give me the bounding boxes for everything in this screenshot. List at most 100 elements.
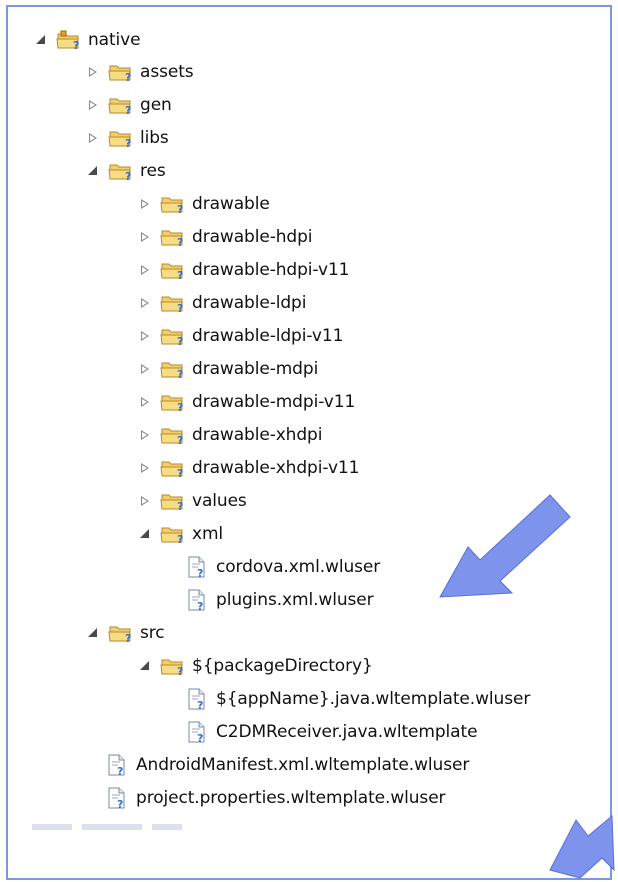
svg-text:?: ? bbox=[177, 203, 183, 216]
collapsed-triangle-icon[interactable] bbox=[136, 261, 154, 279]
tree-item-label: project.properties.wltemplate.wluser bbox=[136, 788, 446, 808]
collapsed-triangle-icon[interactable] bbox=[136, 393, 154, 411]
folder-question-icon: ? bbox=[160, 192, 186, 216]
svg-text:?: ? bbox=[177, 302, 183, 315]
tree-item-appname-java[interactable]: ? ${appName}.java.wltemplate.wluser bbox=[184, 683, 530, 715]
folder-question-icon: ? bbox=[160, 654, 186, 678]
tree-item-drawable-hdpi[interactable]: ? drawable-hdpi bbox=[136, 221, 313, 253]
tree-item-label: C2DMReceiver.java.wltemplate bbox=[216, 722, 478, 742]
expanded-triangle-icon[interactable] bbox=[84, 162, 102, 180]
tree-item-label: src bbox=[140, 623, 165, 643]
collapsed-triangle-icon[interactable] bbox=[84, 63, 102, 81]
svg-text:?: ? bbox=[73, 39, 79, 52]
tree-item-label: assets bbox=[140, 62, 194, 82]
file-question-icon: ? bbox=[184, 588, 210, 612]
svg-text:?: ? bbox=[125, 104, 131, 117]
collapsed-triangle-icon[interactable] bbox=[136, 459, 154, 477]
collapsed-triangle-icon[interactable] bbox=[136, 195, 154, 213]
tree-item-drawable-ldpi-v11[interactable]: ? drawable-ldpi-v11 bbox=[136, 320, 343, 352]
tree-item-label: native bbox=[88, 30, 141, 50]
svg-text:?: ? bbox=[197, 699, 203, 711]
folder-question-icon: ? bbox=[160, 489, 186, 513]
tree-item-xml[interactable]: ? xml bbox=[136, 518, 223, 550]
folder-question-icon: ? bbox=[160, 258, 186, 282]
tree-item-src[interactable]: ? src bbox=[84, 617, 165, 649]
tree-item-res[interactable]: ? res bbox=[84, 155, 166, 187]
folder-question-icon: ? bbox=[108, 159, 134, 183]
tree-item-label: ${packageDirectory} bbox=[192, 656, 373, 676]
tree-item-drawable-mdpi[interactable]: ? drawable-mdpi bbox=[136, 353, 318, 385]
tree-item-label: libs bbox=[140, 128, 169, 148]
expanded-triangle-icon[interactable] bbox=[84, 624, 102, 642]
svg-text:?: ? bbox=[177, 401, 183, 414]
collapsed-triangle-icon[interactable] bbox=[136, 327, 154, 345]
project-folder-icon: ? bbox=[56, 28, 82, 52]
tree-item-drawable[interactable]: ? drawable bbox=[136, 188, 270, 220]
tree-item-label: values bbox=[192, 491, 247, 511]
folder-question-icon: ? bbox=[160, 423, 186, 447]
folder-question-icon: ? bbox=[160, 291, 186, 315]
tree-item-android-manifest[interactable]: ? AndroidManifest.xml.wltemplate.wluser bbox=[104, 749, 469, 781]
tree-item-label: AndroidManifest.xml.wltemplate.wluser bbox=[136, 755, 470, 775]
tree-item-drawable-xhdpi[interactable]: ? drawable-xhdpi bbox=[136, 419, 322, 451]
tree-item-label: gen bbox=[140, 95, 172, 115]
collapsed-triangle-icon[interactable] bbox=[136, 492, 154, 510]
collapsed-triangle-icon[interactable] bbox=[136, 360, 154, 378]
svg-text:?: ? bbox=[177, 500, 183, 513]
svg-text:?: ? bbox=[117, 765, 123, 777]
svg-text:?: ? bbox=[177, 434, 183, 447]
tree-item-label: drawable-mdpi-v11 bbox=[192, 392, 356, 412]
tree-item-cordova-xml[interactable]: ? cordova.xml.wluser bbox=[184, 551, 380, 583]
collapsed-triangle-icon[interactable] bbox=[136, 294, 154, 312]
folder-question-icon: ? bbox=[108, 60, 134, 84]
expanded-triangle-icon[interactable] bbox=[136, 525, 154, 543]
tree-item-package-directory[interactable]: ? ${packageDirectory} bbox=[136, 650, 373, 682]
svg-text:?: ? bbox=[177, 335, 183, 348]
folder-question-icon: ? bbox=[108, 126, 134, 150]
tree-item-label: drawable-ldpi-v11 bbox=[192, 326, 344, 346]
tree-item-label: drawable-xhdpi-v11 bbox=[192, 458, 360, 478]
tree-item-assets[interactable]: ? assets bbox=[84, 56, 194, 88]
file-question-icon: ? bbox=[104, 753, 130, 777]
tree-item-drawable-ldpi[interactable]: ? drawable-ldpi bbox=[136, 287, 306, 319]
tree-item-label: drawable-hdpi-v11 bbox=[192, 260, 350, 280]
tree-item-drawable-mdpi-v11[interactable]: ? drawable-mdpi-v11 bbox=[136, 386, 355, 418]
callout-arrow-icon bbox=[439, 494, 571, 598]
project-explorer-tree: ? native ? assets ? gen ? libs ? res ? d… bbox=[6, 5, 612, 880]
file-question-icon: ? bbox=[184, 720, 210, 744]
tree-item-label: drawable-hdpi bbox=[192, 227, 313, 247]
svg-text:?: ? bbox=[197, 600, 203, 612]
svg-text:?: ? bbox=[177, 236, 183, 249]
tree-item-plugins-xml[interactable]: ? plugins.xml.wluser bbox=[184, 584, 374, 616]
file-question-icon: ? bbox=[184, 555, 210, 579]
collapsed-triangle-icon[interactable] bbox=[136, 228, 154, 246]
tree-item-label: cordova.xml.wluser bbox=[216, 557, 381, 577]
tree-item-c2dmreceiver[interactable]: ? C2DMReceiver.java.wltemplate bbox=[184, 716, 478, 748]
folder-question-icon: ? bbox=[160, 390, 186, 414]
collapsed-triangle-icon[interactable] bbox=[84, 96, 102, 114]
tree-item-native[interactable]: ? native bbox=[32, 24, 141, 56]
file-question-icon: ? bbox=[104, 786, 130, 810]
tree-item-gen[interactable]: ? gen bbox=[84, 89, 172, 121]
tree-item-label: plugins.xml.wluser bbox=[216, 590, 374, 610]
svg-text:?: ? bbox=[177, 665, 183, 678]
tree-item-libs[interactable]: ? libs bbox=[84, 122, 169, 154]
tree-item-partial bbox=[32, 817, 182, 837]
tree-item-label: ${appName}.java.wltemplate.wluser bbox=[216, 689, 531, 709]
collapsed-triangle-icon[interactable] bbox=[136, 426, 154, 444]
folder-question-icon: ? bbox=[160, 357, 186, 381]
svg-text:?: ? bbox=[177, 533, 183, 546]
expanded-triangle-icon[interactable] bbox=[32, 31, 50, 49]
svg-text:?: ? bbox=[117, 798, 123, 810]
tree-item-project-properties[interactable]: ? project.properties.wltemplate.wluser bbox=[104, 782, 446, 814]
svg-text:?: ? bbox=[125, 632, 131, 645]
svg-text:?: ? bbox=[197, 732, 203, 744]
expanded-triangle-icon[interactable] bbox=[136, 657, 154, 675]
svg-text:?: ? bbox=[177, 368, 183, 381]
tree-item-drawable-xhdpi-v11[interactable]: ? drawable-xhdpi-v11 bbox=[136, 452, 359, 484]
tree-item-drawable-hdpi-v11[interactable]: ? drawable-hdpi-v11 bbox=[136, 254, 349, 286]
tree-item-label: drawable-xhdpi bbox=[192, 425, 323, 445]
collapsed-triangle-icon[interactable] bbox=[84, 129, 102, 147]
tree-item-values[interactable]: ? values bbox=[136, 485, 247, 517]
tree-item-label: res bbox=[140, 161, 166, 181]
